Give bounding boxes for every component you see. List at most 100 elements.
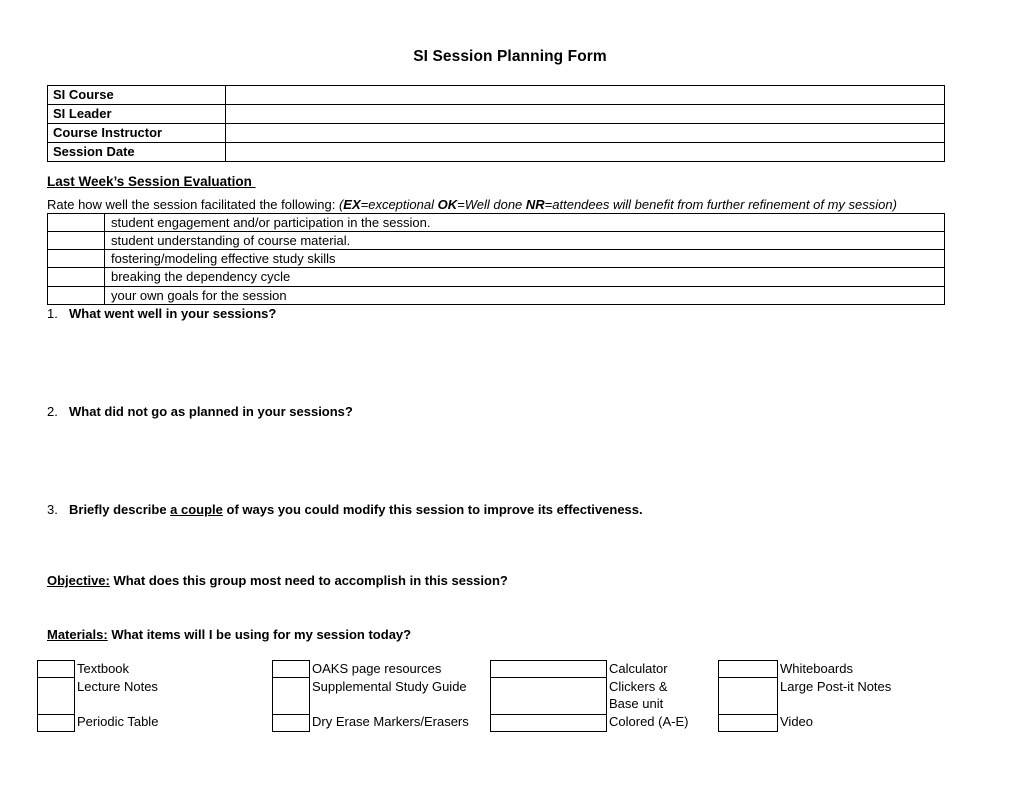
- rating-input-0[interactable]: [47, 212, 105, 233]
- table-row: [37, 660, 75, 678]
- legend-code-ex: EX: [343, 197, 361, 212]
- question-3: 3. Briefly describe a couple of ways you …: [47, 502, 643, 517]
- checkbox-calculator[interactable]: [490, 660, 607, 678]
- materials-column-3: Calculator Clickers & Base unit Colored …: [490, 660, 688, 732]
- info-field-course-instructor[interactable]: [225, 123, 945, 143]
- question-2: 2. What did not go as planned in your ses…: [47, 404, 353, 419]
- info-label-si-course: SI Course: [47, 85, 226, 105]
- criterion-label-2: fostering/modeling effective study skill…: [104, 249, 945, 269]
- question-2-number: 2.: [47, 404, 58, 419]
- table-row: [272, 660, 310, 678]
- checkbox-video[interactable]: [718, 714, 778, 732]
- rating-input-1[interactable]: [47, 231, 105, 251]
- info-field-si-course[interactable]: [225, 85, 945, 105]
- material-label-large-post-it-notes: Large Post-it Notes: [780, 678, 892, 694]
- table-row: your own goals for the session: [47, 285, 945, 305]
- question-3-suffix: of ways you could modify this session to…: [222, 502, 643, 517]
- rating-input-4[interactable]: [47, 285, 105, 305]
- material-label-colored: Colored (A-E): [609, 713, 689, 729]
- info-label-session-date: Session Date: [47, 142, 226, 162]
- table-row: [490, 714, 607, 732]
- table-row: [718, 660, 778, 678]
- table-row: [718, 677, 778, 715]
- form-page: SI Session Planning Form SI Course SI Le…: [0, 0, 1020, 788]
- checkbox-stack-1: [37, 660, 75, 732]
- materials-column-4: Whiteboards Large Post-it Notes Video: [718, 660, 891, 732]
- table-row: [37, 714, 75, 732]
- checkbox-whiteboards[interactable]: [718, 660, 778, 678]
- materials-labels-3: Calculator Clickers & Base unit Colored …: [609, 660, 688, 730]
- material-label-clickers-base-unit: Clickers & Base unit: [609, 678, 668, 712]
- legend-code-ok: OK: [437, 197, 458, 212]
- materials-column-1: Textbook Lecture Notes Periodic Table: [37, 660, 158, 732]
- table-row: breaking the dependency cycle: [47, 267, 945, 287]
- table-row: [718, 714, 778, 732]
- info-field-si-leader[interactable]: [225, 104, 945, 124]
- page-title: SI Session Planning Form: [413, 48, 607, 65]
- material-label-oaks-page-resources: OAKS page resources: [312, 661, 442, 676]
- materials-column-2: OAKS page resources Supplemental Study G…: [272, 660, 469, 732]
- legend-code-nr: NR: [525, 197, 545, 212]
- material-spacer-1: [77, 695, 158, 713]
- legend-text-ex: =exceptional: [360, 197, 438, 212]
- checkbox-clickers-base-unit[interactable]: [490, 677, 607, 715]
- table-row: [490, 677, 607, 715]
- question-1-number: 1.: [47, 306, 58, 321]
- material-spacer-4: [780, 695, 891, 713]
- material-label-whiteboards: Whiteboards: [780, 661, 853, 676]
- materials-checklist: Textbook Lecture Notes Periodic Table OA…: [0, 660, 1020, 740]
- checkbox-lecture-notes[interactable]: [37, 677, 75, 715]
- materials-labels-2: OAKS page resources Supplemental Study G…: [312, 660, 469, 730]
- question-1-text: What went well in your sessions?: [69, 306, 277, 321]
- course-info-table: SI Course SI Leader Course Instructor Se…: [47, 85, 945, 162]
- rating-input-2[interactable]: [47, 249, 105, 269]
- checkbox-periodic-table[interactable]: [37, 714, 75, 732]
- material-spacer-2: [312, 695, 469, 713]
- checkbox-textbook[interactable]: [37, 660, 75, 678]
- table-row: Course Instructor: [47, 123, 945, 143]
- material-label-video: Video: [780, 713, 814, 729]
- question-3-prefix: Briefly describe: [69, 502, 171, 517]
- evaluation-heading: Last Week’s Session Evaluation: [47, 174, 256, 189]
- rating-prompt-text: Rate how well the session facilitated th…: [47, 197, 339, 212]
- table-row: student understanding of course material…: [47, 231, 945, 251]
- checkbox-colored[interactable]: [490, 714, 607, 732]
- checkbox-stack-2: [272, 660, 310, 732]
- rating-input-3[interactable]: [47, 267, 105, 287]
- criterion-label-1: student understanding of course material…: [104, 231, 945, 251]
- table-row: [272, 677, 310, 715]
- material-label-textbook: Textbook: [77, 661, 130, 676]
- materials-prompt: What items will I be using for my sessio…: [107, 627, 412, 642]
- table-row: [272, 714, 310, 732]
- table-row: [490, 660, 607, 678]
- criterion-label-4: your own goals for the session: [104, 285, 945, 305]
- table-row: [37, 677, 75, 715]
- question-2-text: What did not go as planned in your sessi…: [69, 404, 353, 419]
- checkbox-stack-4: [718, 660, 778, 732]
- materials-section: Materials: What items will I be using fo…: [47, 627, 411, 642]
- checkbox-oaks-page-resources[interactable]: [272, 660, 310, 678]
- evaluation-criteria-table: student engagement and/or participation …: [47, 212, 945, 305]
- criterion-label-0: student engagement and/or participation …: [104, 212, 945, 233]
- checkbox-large-post-it-notes[interactable]: [718, 677, 778, 715]
- question-3-emphasis: a couple: [170, 502, 223, 517]
- objective-section: Objective: What does this group most nee…: [47, 573, 508, 588]
- table-row: fostering/modeling effective study skill…: [47, 249, 945, 269]
- checkbox-dry-erase-markers[interactable]: [272, 714, 310, 732]
- info-field-session-date[interactable]: [225, 142, 945, 162]
- table-row: Session Date: [47, 142, 945, 162]
- question-3-number: 3.: [47, 502, 58, 517]
- checkbox-stack-3: [490, 660, 607, 732]
- materials-labels-1: Textbook Lecture Notes Periodic Table: [77, 660, 158, 730]
- objective-prompt: What does this group most need to accomp…: [109, 573, 508, 588]
- info-label-course-instructor: Course Instructor: [47, 123, 226, 143]
- rating-instructions: Rate how well the session facilitated th…: [47, 197, 897, 212]
- legend-text-ok: =Well done: [457, 197, 526, 212]
- info-label-si-leader: SI Leader: [47, 104, 226, 124]
- checkbox-supplemental-study-guide[interactable]: [272, 677, 310, 715]
- legend-text-nr: =attendees will benefit from further ref…: [544, 197, 897, 212]
- table-row: SI Course: [47, 85, 945, 105]
- objective-heading: Objective:: [47, 573, 110, 588]
- materials-labels-4: Whiteboards Large Post-it Notes Video: [780, 660, 891, 730]
- criterion-label-3: breaking the dependency cycle: [104, 267, 945, 287]
